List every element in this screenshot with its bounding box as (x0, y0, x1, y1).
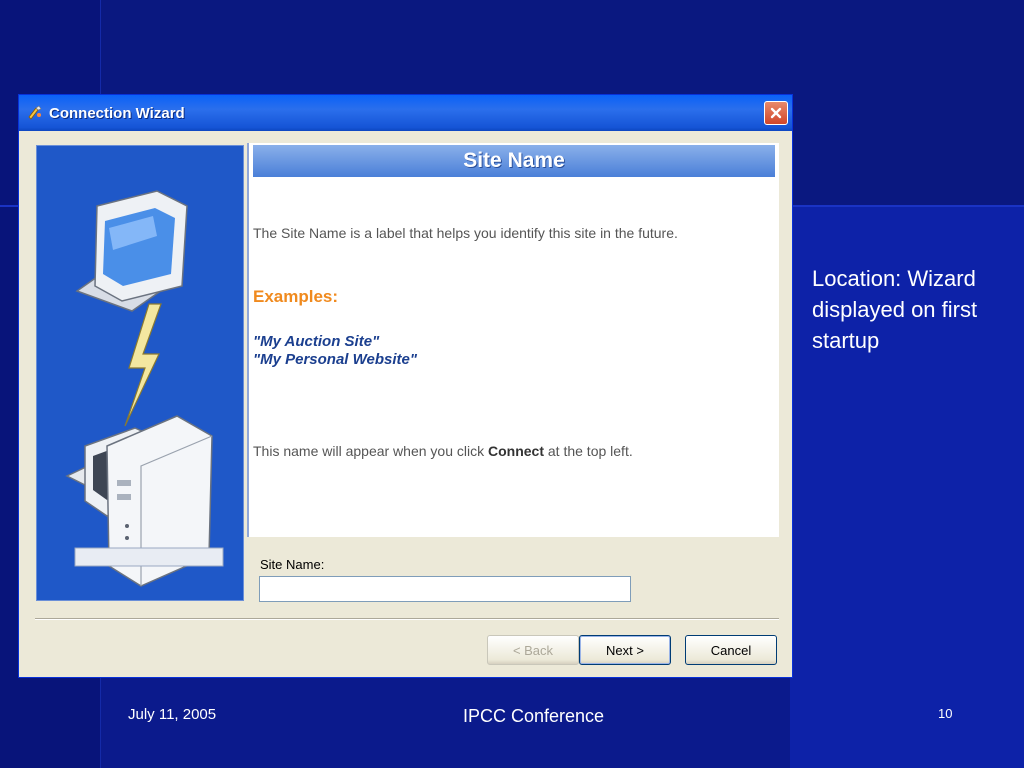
wizard-illustration-panel (36, 145, 244, 601)
footer-date: July 11, 2005 (128, 706, 217, 723)
button-separator (35, 618, 779, 620)
example-item: "My Auction Site" (253, 333, 380, 350)
site-name-description: The Site Name is a label that helps you … (253, 225, 678, 241)
window-title: Connection Wizard (49, 105, 185, 122)
next-button[interactable]: Next > (579, 635, 671, 665)
connect-note-suffix: at the top left. (544, 443, 633, 459)
site-name-input[interactable] (259, 576, 631, 602)
example-item: "My Personal Website" (253, 351, 417, 368)
computer-connection-illustration (37, 146, 243, 600)
page-number: 10 (938, 706, 953, 721)
wizard-app-icon (28, 105, 42, 120)
close-icon (770, 107, 782, 119)
footer-title: IPCC Conference (463, 706, 605, 726)
cancel-button[interactable]: Cancel (685, 635, 777, 665)
examples-label: Examples: (253, 287, 339, 306)
connect-note: This name will appear when you click Con… (253, 443, 633, 459)
back-button[interactable]: < Back (487, 635, 579, 665)
connect-note-prefix: This name will appear when you click (253, 443, 488, 459)
connect-note-bold: Connect (488, 443, 544, 459)
window-titlebar[interactable]: Connection Wizard (19, 95, 792, 131)
site-name-label: Site Name: (260, 557, 325, 572)
close-button[interactable] (764, 101, 788, 125)
slide-caption: Location: Wizard displayed on first star… (812, 266, 978, 353)
connection-wizard-window: Connection Wizard Site Name The Site Nam… (18, 94, 793, 678)
page-title: Site Name (253, 145, 775, 177)
wizard-content-panel: Site Name The Site Name is a label that … (247, 143, 779, 537)
